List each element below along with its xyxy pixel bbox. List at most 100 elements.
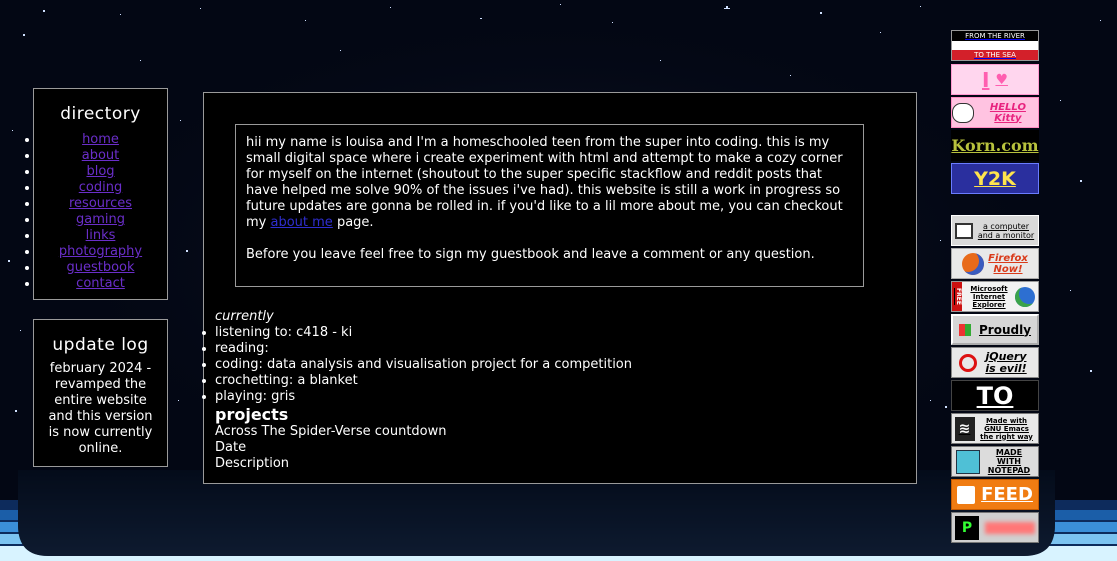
directory-item: guestbook (25, 260, 167, 276)
nav-link-guestbook[interactable]: guestbook (66, 260, 134, 275)
firefox-badge[interactable]: Firefox Now! (951, 248, 1039, 279)
directory-item: home (25, 132, 167, 148)
directory-item: blog (25, 164, 167, 180)
badge-text: P (955, 515, 979, 540)
currently-item-text: playing: gris (215, 389, 296, 404)
bullet-icon (202, 395, 206, 399)
badge-text: Korn.com (951, 136, 1039, 155)
y2k-badge[interactable]: Y2K (951, 163, 1039, 194)
badge-text: I (981, 67, 990, 92)
notepad-badge[interactable]: MADE WITH NOTEPAD (951, 446, 1039, 477)
bullet-icon (25, 202, 29, 206)
badge-side-text: FREE (952, 282, 962, 311)
currently-title: currently (215, 309, 274, 324)
feed-badge[interactable]: FEED (951, 479, 1039, 510)
emacs-icon: ≋ (954, 416, 975, 441)
directory-item: about (25, 148, 167, 164)
directory-item: contact (25, 276, 167, 292)
intro-paragraph: hii my name is louisa and I'm a homescho… (246, 135, 853, 231)
update-log-title: update log (52, 335, 149, 355)
intro-text-end: page. (336, 215, 374, 230)
computer-icon (955, 222, 973, 239)
directory-item: photography (25, 244, 167, 260)
directory-title: directory (60, 104, 141, 124)
badge-text: HELLO Kitty (989, 101, 1026, 124)
no-sign-icon (959, 353, 977, 372)
about-me-link[interactable]: about me (271, 215, 333, 230)
heart-icon: ♥ (995, 71, 1008, 88)
firefox-icon (962, 252, 984, 275)
nav-link-blog[interactable]: blog (86, 164, 114, 179)
badge-text: MADE WITH NOTEPAD (987, 448, 1031, 475)
projects-title: projects (215, 405, 289, 424)
directory-item: resources (25, 196, 167, 212)
internet-explorer-badge[interactable]: FREE Microsoft Internet Explorer (951, 281, 1039, 312)
badge-text: Made with GNU Emacs the right way (980, 416, 1033, 441)
bullet-icon (25, 234, 29, 238)
nav-link-links[interactable]: links (86, 228, 116, 243)
computer-monitor-badge[interactable]: a computer and a monitor (951, 215, 1039, 246)
intro-box: hii my name is louisa and I'm a homescho… (235, 124, 864, 287)
currently-item-text: listening to: c418 - ki (215, 325, 353, 340)
badge-text: TO (976, 381, 1014, 410)
main-panel: hii my name is louisa and I'm a homescho… (202, 92, 917, 484)
nav-link-home[interactable]: home (82, 132, 119, 147)
badge-text: Proudly (978, 322, 1032, 337)
jquery-evil-badge[interactable]: jQuery is evil! (951, 347, 1039, 378)
currently-item: reading: (202, 341, 632, 357)
badge-top-text: FROM THE RIVER (952, 31, 1038, 41)
project-name: Across The Spider-Verse countdown (215, 424, 447, 439)
currently-item-text: reading: (215, 341, 269, 356)
bullet-icon (25, 250, 29, 254)
bullet-icon (25, 138, 29, 142)
currently-item-text: crochetting: a blanket (215, 373, 358, 388)
korn-badge[interactable]: Korn.com (951, 130, 1039, 161)
bullet-icon (25, 218, 29, 222)
bullet-icon (202, 363, 206, 367)
rss-icon (957, 485, 976, 504)
project-description: Description (215, 456, 290, 471)
nav-link-photography[interactable]: photography (59, 244, 142, 259)
notepad-icon (956, 449, 980, 474)
currently-item: playing: gris (202, 389, 632, 405)
currently-item: listening to: c418 - ki (202, 325, 632, 341)
currently-item: crochetting: a blanket (202, 373, 632, 389)
to-badge[interactable]: TO (951, 380, 1039, 411)
directory-item: coding (25, 180, 167, 196)
nav-link-coding[interactable]: coding (79, 180, 122, 195)
badge-text: Y2K (974, 167, 1016, 190)
hello-kitty-badge[interactable]: HELLO Kitty (951, 97, 1039, 128)
nav-link-resources[interactable]: resources (69, 196, 132, 211)
pink-i-love-badge[interactable]: I ♥ (951, 64, 1039, 95)
guestbook-note: Before you leave feel free to sign my gu… (246, 247, 815, 262)
update-log-text: february 2024 - revamped the entire webs… (48, 361, 153, 456)
intro-text: hii my name is louisa and I'm a homescho… (246, 135, 843, 230)
green-p-badge[interactable]: P (951, 512, 1039, 543)
nav-link-gaming[interactable]: gaming (76, 212, 125, 227)
nav-link-about[interactable]: about (82, 148, 120, 163)
currently-item-text: coding: data analysis and visualisation … (215, 357, 633, 372)
badge-bottom-text: TO THE SEA (952, 50, 1038, 60)
directory-item: links (25, 228, 167, 244)
directory-panel: directory home about blog coding resourc… (25, 88, 168, 300)
from-the-river-badge[interactable]: FROM THE RIVER TO THE SEA (951, 30, 1039, 61)
directory-list: home about blog coding resources gaming … (25, 132, 167, 292)
proudly-badge[interactable]: Proudly (951, 314, 1039, 345)
badge-text: jQuery is evil! (985, 349, 1027, 375)
badge-text: Microsoft Internet Explorer (970, 284, 1008, 309)
bullet-icon (25, 186, 29, 190)
bullet-icon (202, 379, 206, 383)
bullet-icon (25, 154, 29, 158)
nav-link-contact[interactable]: contact (76, 276, 125, 291)
badge-text: FEED (981, 484, 1033, 505)
bullet-icon (25, 266, 29, 270)
bullet-icon (25, 170, 29, 174)
gnu-emacs-badge[interactable]: ≋ Made with GNU Emacs the right way (951, 413, 1039, 444)
blurred-text-icon (985, 521, 1035, 534)
bullet-icon (202, 331, 206, 335)
status-section: currently listening to: c418 - ki readin… (202, 309, 633, 472)
badge-text: a computer and a monitor (977, 221, 1035, 240)
windows-icon (958, 323, 971, 336)
badge-text: Firefox Now! (988, 252, 1028, 275)
globe-icon (1015, 286, 1035, 307)
